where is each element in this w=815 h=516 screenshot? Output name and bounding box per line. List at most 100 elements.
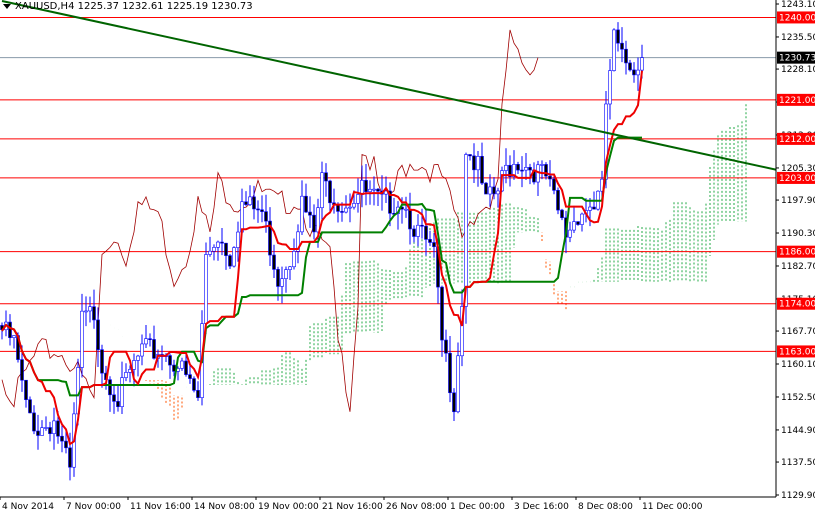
- high-value: 1232.61: [122, 1, 164, 12]
- candle-body: [248, 196, 252, 205]
- candle-body: [640, 57, 644, 71]
- price-tick-label: 1190.30: [781, 229, 815, 239]
- candle-body: [168, 355, 172, 366]
- candle-body: [48, 427, 52, 434]
- candle-body: [320, 172, 324, 209]
- candle-body: [88, 306, 92, 312]
- low-value: 1225.19: [166, 1, 209, 12]
- candle-body: [524, 167, 528, 171]
- time-tick-label: 4 Nov 2014: [2, 502, 54, 512]
- candle-body: [60, 435, 64, 442]
- candle-body: [620, 42, 624, 50]
- candle-body: [312, 214, 316, 233]
- candle-body: [52, 420, 56, 434]
- candle-body: [496, 190, 500, 195]
- candle-body: [112, 394, 116, 402]
- dropdown-triangle-icon[interactable]: [3, 3, 11, 9]
- candle-body: [56, 420, 60, 437]
- candle-body: [492, 186, 496, 195]
- price-tick-label: 1144.90: [781, 426, 815, 436]
- candle-body: [92, 306, 96, 321]
- candle-body: [216, 241, 220, 248]
- candle-body: [96, 319, 100, 350]
- price-tick-label: 1137.50: [781, 458, 815, 468]
- price-tick-label: 1129.90: [781, 491, 815, 501]
- candle-body: [196, 390, 200, 398]
- candle-body: [432, 242, 436, 247]
- candle-body: [108, 379, 112, 396]
- candle-body: [636, 69, 640, 76]
- candle-body: [572, 221, 576, 231]
- time-tick-label: 8 Dec 08:00: [578, 502, 633, 512]
- candle-body: [152, 339, 156, 359]
- candle-body: [136, 355, 140, 361]
- candle-body: [256, 208, 260, 211]
- candle-body: [416, 224, 420, 237]
- candle-body: [608, 70, 612, 105]
- candle-body: [184, 360, 188, 375]
- candle-body: [368, 188, 372, 193]
- level-price-label: 1174.00: [779, 300, 815, 310]
- candle-body: [228, 255, 232, 267]
- candle-body: [124, 372, 128, 378]
- level-price-label: 1240.00: [779, 13, 815, 23]
- price-tick-label: 1182.70: [781, 262, 815, 272]
- candle-body: [540, 164, 544, 166]
- candle-body: [628, 62, 632, 71]
- candle-body: [300, 195, 304, 233]
- time-tick-label: 11 Dec 00:00: [642, 502, 703, 512]
- candle-body: [356, 194, 360, 204]
- candle-body: [472, 155, 476, 171]
- candle-body: [340, 211, 344, 213]
- price-tick-label: 1235.50: [781, 33, 815, 43]
- candle-body: [452, 392, 456, 413]
- time-tick-label: 3 Dec 16:00: [514, 502, 569, 512]
- candle-body: [412, 228, 416, 237]
- chart-header: XAUUSD,H4 1225.37 1232.61 1225.19 1230.7…: [3, 1, 253, 12]
- candle-body: [224, 242, 228, 256]
- candle-body: [20, 359, 24, 381]
- candle-body: [252, 196, 256, 210]
- candle-body: [116, 401, 120, 407]
- price-tick-label: 1167.70: [781, 327, 815, 337]
- candle-body: [80, 310, 84, 368]
- price-tick-label: 1152.50: [781, 393, 815, 403]
- candle-body: [244, 201, 248, 205]
- level-price-label: 1163.00: [779, 347, 815, 357]
- candle-body: [352, 203, 356, 208]
- candle-body: [456, 355, 460, 413]
- candle-body: [36, 430, 40, 436]
- time-tick-label: 19 Nov 00:00: [258, 502, 319, 512]
- candle-body: [32, 412, 36, 432]
- candle-body: [328, 180, 332, 204]
- trendline: [1, 0, 779, 172]
- candle-body: [504, 164, 508, 171]
- candle-body: [336, 204, 340, 212]
- candle-body: [12, 335, 16, 338]
- candle-body: [552, 178, 556, 191]
- candle-body: [188, 374, 192, 379]
- level-price-label: 1221.00: [779, 96, 815, 106]
- symbol-label: XAUUSD,H4: [15, 1, 75, 12]
- candle-body: [212, 247, 216, 252]
- time-tick-label: 7 Nov 00:00: [66, 502, 121, 512]
- price-tick-label: 1243.10: [781, 0, 815, 10]
- candle-body: [292, 250, 296, 268]
- candle-body: [528, 167, 532, 171]
- time-tick-label: 1 Dec 00:00: [450, 502, 505, 512]
- candle-body: [464, 154, 468, 307]
- candle-body: [288, 266, 292, 270]
- chart-window: 1243.101235.501228.101220.501212.901205.…: [0, 0, 815, 516]
- candle-body: [404, 208, 408, 211]
- candle-body: [204, 254, 208, 324]
- candle-body: [284, 269, 288, 279]
- candle-body: [488, 186, 492, 195]
- candle-body: [360, 180, 364, 195]
- candle-body: [148, 338, 152, 340]
- candle-body: [100, 349, 104, 374]
- price-chart[interactable]: 1243.101235.501228.101220.501212.901205.…: [0, 0, 815, 516]
- candle-body: [616, 29, 620, 44]
- candle-body: [28, 399, 32, 414]
- candle-body: [308, 211, 312, 216]
- close-value: 1230.73: [211, 1, 253, 12]
